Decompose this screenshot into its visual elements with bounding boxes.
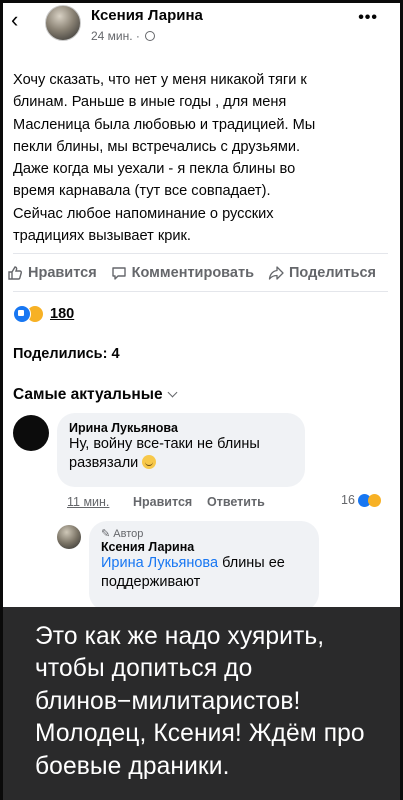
post-timestamp[interactable]: 24 мин. · (91, 29, 156, 43)
post-actions: Нравится Комментировать Поделиться (7, 261, 392, 285)
reply-author-name[interactable]: Ксения Ларина (101, 540, 307, 554)
post-line: традициях вызывает крик. (13, 228, 191, 245)
post-body: Хочу сказать, что нет у меня никакой тяг… (13, 69, 385, 247)
comment-bubble: Ирина Лукьянова Ну, войну все-таки не бл… (57, 413, 305, 487)
pen-icon: ✎ (101, 528, 111, 540)
author-badge: ✎ Автор (101, 527, 307, 540)
divider (13, 253, 388, 254)
post-line: Хочу сказать, что нет у меня никакой тяг… (13, 72, 307, 88)
chevron-left-icon[interactable]: ‹ (11, 9, 18, 31)
divider (13, 291, 388, 292)
sort-label: Самые актуальные (13, 386, 163, 403)
comment-text: Ну, войну все-таки не блины (69, 436, 260, 452)
share-button[interactable]: Поделиться (268, 265, 376, 281)
caption-overlay: Это как же надо хуярить, чтобы допиться … (3, 607, 400, 800)
globe-icon (145, 31, 156, 41)
comment-reply-button[interactable]: Ответить (207, 495, 265, 509)
reply-text: Ирина Лукьянова блины ее (101, 554, 307, 573)
share-label: Поделиться (288, 265, 377, 281)
mention-link[interactable]: Ирина Лукьянова (101, 555, 218, 571)
commenter-name[interactable]: Ирина Лукьянова (69, 421, 293, 435)
comment-reaction-number: 16 (341, 493, 355, 507)
author-name[interactable]: Ксения Ларина (91, 7, 203, 24)
smile-emoji-icon (142, 455, 157, 469)
author-badge-label: Автор (113, 528, 144, 540)
more-horizontal-icon[interactable]: ••• (358, 9, 378, 27)
post-line: блинам. Раньше в иные годы , для меня (13, 94, 287, 111)
caption-text: Это как же надо хуярить, чтобы допиться … (35, 623, 365, 780)
like-reaction-icon (13, 305, 31, 323)
care-reaction-icon (367, 493, 381, 507)
comment-reaction-count[interactable]: 16 (341, 493, 381, 507)
like-label: Нравится (28, 265, 97, 281)
post-screen: ‹ Ксения Ларина 24 мин. · ••• Хочу сказа… (0, 0, 403, 800)
reply-bubble: ✎ Автор Ксения Ларина Ирина Лукьянова бл… (89, 521, 319, 611)
post-time: 24 мин. · (91, 29, 140, 43)
like-button[interactable]: Нравится (7, 265, 97, 281)
reply-text-rest: блины ее (218, 555, 285, 571)
share-icon (268, 266, 284, 280)
share-count[interactable]: Поделились: 4 (13, 346, 120, 362)
comment-sort-dropdown[interactable]: Самые актуальные (13, 386, 178, 404)
commenter-avatar[interactable] (13, 415, 49, 451)
reply-author-avatar[interactable] (57, 525, 81, 549)
post-header: ‹ Ксения Ларина 24 мин. · ••• (3, 3, 400, 53)
reaction-summary[interactable]: 180 (13, 305, 74, 323)
comment-icon (111, 267, 126, 280)
thumbs-up-icon (8, 266, 22, 280)
comment-label: Комментировать (131, 265, 254, 281)
post-line: Даже когда мы уехали - я пекла блины во (13, 161, 296, 178)
comment-button[interactable]: Комментировать (111, 265, 254, 281)
comment-like-button[interactable]: Нравится (133, 495, 192, 509)
post-line: время карнавала (тут все совпадает). (13, 183, 271, 200)
reaction-count[interactable]: 180 (50, 306, 74, 322)
comment-text-line2: развязали (69, 454, 293, 473)
comment-time[interactable]: 11 мин. (67, 495, 109, 509)
post-line: Сейчас любое напоминание о русских (13, 205, 274, 222)
author-avatar[interactable] (45, 5, 81, 41)
comment-text-end: развязали (69, 455, 139, 471)
chevron-down-icon (167, 387, 178, 398)
post-line: Масленица была любовью и традицией. Мы (13, 116, 316, 133)
post-line: пекли блины, мы встречались с друзьями. (13, 138, 301, 155)
reply-text-line2: поддерживают (101, 574, 201, 590)
